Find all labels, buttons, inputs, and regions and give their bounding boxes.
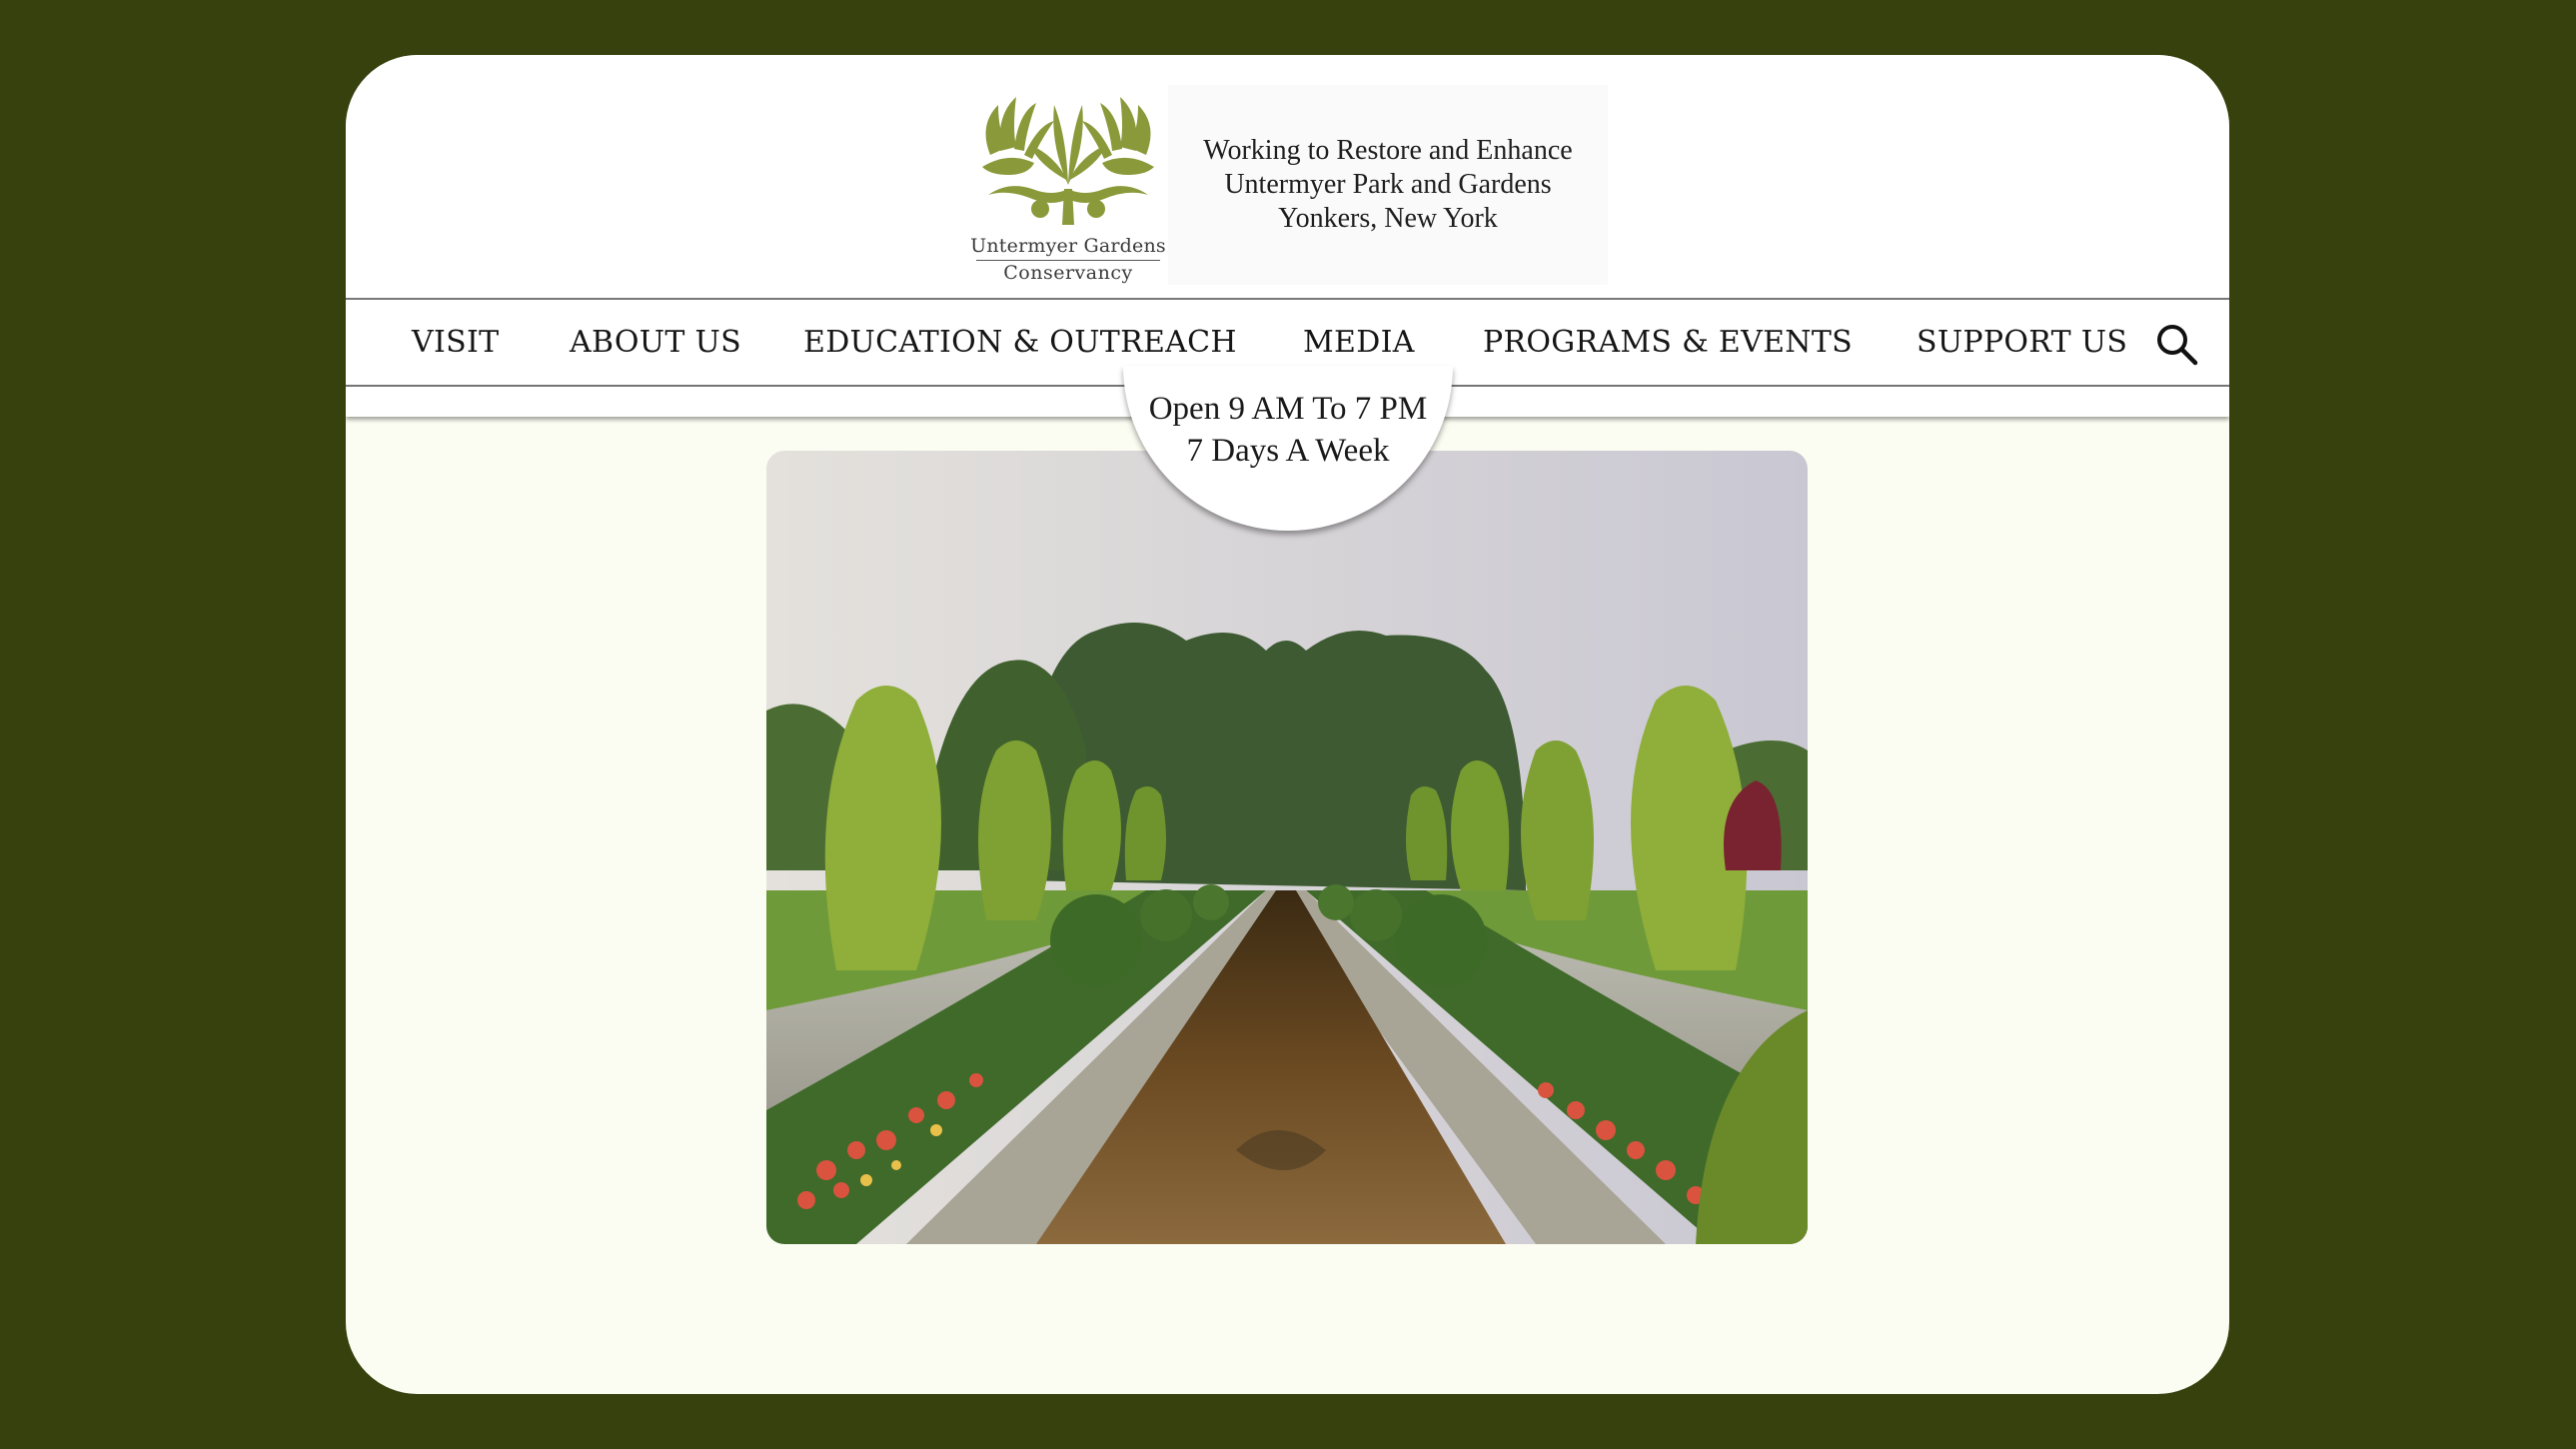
nav-item-programs-events[interactable]: PROGRAMS & EVENTS bbox=[1483, 300, 1853, 385]
site-frame: Untermyer Gardens Conservancy Working to… bbox=[346, 55, 2229, 1394]
tagline-line-3: Yonkers, New York bbox=[1278, 203, 1498, 234]
header-tagline: Working to Restore and Enhance Untermyer… bbox=[1168, 85, 1608, 285]
logo-divider bbox=[976, 260, 1160, 261]
logo-text-conservancy: Conservancy bbox=[1003, 262, 1133, 284]
search-icon[interactable] bbox=[2154, 322, 2198, 366]
site-header: Untermyer Gardens Conservancy Working to… bbox=[346, 55, 2229, 298]
nav-item-support-us[interactable]: SUPPORT US bbox=[1917, 300, 2127, 385]
nav-item-about-us[interactable]: ABOUT US bbox=[570, 300, 741, 385]
tagline-line-1: Working to Restore and Enhance bbox=[1203, 135, 1573, 166]
site-logo[interactable]: Untermyer Gardens Conservancy Working to… bbox=[968, 85, 1608, 285]
logo-text-untermyer-gardens: Untermyer Gardens bbox=[970, 235, 1166, 257]
hours-open-times: Open 9 AM To 7 PM bbox=[1148, 391, 1428, 427]
tagline-line-2: Untermyer Park and Gardens bbox=[1224, 169, 1552, 200]
hours-days: 7 Days A Week bbox=[1186, 433, 1390, 469]
nav-item-visit[interactable]: VISIT bbox=[412, 300, 499, 385]
hero-image-canal-garden bbox=[766, 451, 1808, 1244]
